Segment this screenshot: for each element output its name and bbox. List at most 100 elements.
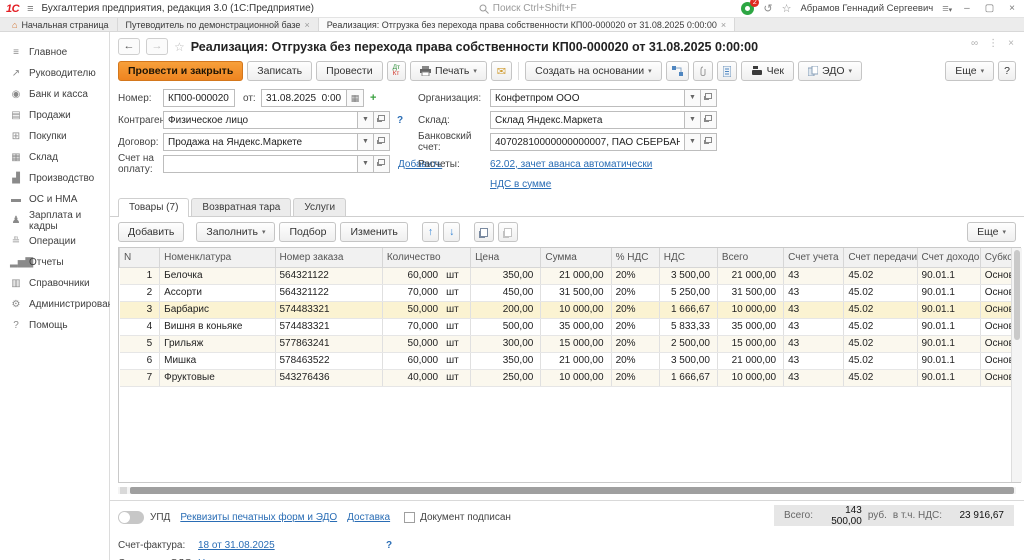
warehouse-dropdown-icon[interactable]: ▼	[685, 111, 701, 129]
sidebar-item[interactable]: ▦Склад	[0, 147, 109, 168]
upd-toggle[interactable]	[118, 511, 144, 524]
date-field[interactable]	[261, 89, 347, 107]
pick-button[interactable]: Подбор	[279, 222, 336, 242]
copy-rows-button[interactable]	[474, 222, 494, 242]
table-row[interactable]: 3Барбарис57448332150,000шт200,0010 000,0…	[120, 301, 1021, 318]
minimize-button[interactable]: –	[961, 3, 973, 14]
counterparty-field[interactable]	[163, 111, 358, 129]
restore-button[interactable]: ▢	[982, 3, 997, 14]
column-header[interactable]: N	[120, 248, 160, 267]
invoice-help-icon[interactable]: ?	[386, 540, 392, 551]
help-button[interactable]: ?	[998, 61, 1016, 81]
column-header[interactable]: Всего	[717, 248, 783, 267]
move-down-button[interactable]: ↓	[443, 222, 460, 242]
structure-button[interactable]	[717, 61, 737, 81]
save-button[interactable]: Записать	[247, 61, 312, 81]
forward-button[interactable]: →	[146, 38, 168, 55]
close-window-button[interactable]: ×	[1006, 3, 1018, 14]
table-row[interactable]: 6Мишка57846352260,000шт350,0021 000,0020…	[120, 352, 1021, 369]
create-based-on-button[interactable]: Создать на основании▾	[525, 61, 661, 81]
sidebar-item[interactable]: ⊞Покупки	[0, 126, 109, 147]
scroll-left-button[interactable]	[120, 487, 127, 494]
column-header[interactable]: НДС	[659, 248, 717, 267]
check-receipt-button[interactable]: Чек	[741, 61, 794, 81]
link-icon[interactable]: ∞	[971, 38, 978, 49]
column-header[interactable]: Счет учета	[784, 248, 844, 267]
vertical-scrollbar[interactable]	[1011, 248, 1022, 482]
warehouse-field[interactable]	[490, 111, 685, 129]
organization-field[interactable]	[490, 89, 685, 107]
add-row-button[interactable]: Добавить	[118, 222, 184, 242]
contract-field[interactable]	[163, 133, 358, 151]
invoice-link[interactable]: 18 от 31.08.2025	[198, 540, 275, 551]
sidebar-item[interactable]: ▥Справочники	[0, 273, 109, 294]
app-tab[interactable]: Реализация: Отгрузка без перехода права …	[319, 18, 735, 31]
counterparty-open-icon[interactable]	[374, 111, 390, 129]
sidebar-item[interactable]: ⚙Администрирование	[0, 294, 109, 315]
column-header[interactable]: Счет доходов	[917, 248, 980, 267]
organization-dropdown-icon[interactable]: ▼	[685, 89, 701, 107]
invoice-dropdown-icon[interactable]: ▼	[358, 155, 374, 173]
paste-rows-button[interactable]	[498, 222, 518, 242]
number-field[interactable]	[163, 89, 235, 107]
favorite-star-icon[interactable]: ☆	[174, 40, 185, 54]
column-header[interactable]: Цена	[471, 248, 541, 267]
print-button[interactable]: Печать▾	[410, 61, 487, 81]
kebab-menu-icon[interactable]: ⋮	[988, 38, 998, 49]
warehouse-open-icon[interactable]	[701, 111, 717, 129]
attachments-button[interactable]	[693, 61, 713, 81]
create-new-icon[interactable]: +	[370, 92, 376, 104]
sidebar-item[interactable]: ▂▅▇Отчеты	[0, 252, 109, 273]
calendar-icon[interactable]: ▦	[347, 89, 364, 107]
sidebar-item[interactable]: ▬ОС и НМА	[0, 189, 109, 210]
delivery-link[interactable]: Доставка	[347, 512, 390, 523]
history-icon[interactable]: ↺	[763, 2, 772, 15]
table-row[interactable]: 2Ассорти56432112270,000шт450,0031 500,00…	[120, 284, 1021, 301]
items-tab[interactable]: Товары (7)	[118, 198, 189, 217]
items-tab[interactable]: Возвратная тара	[191, 198, 291, 216]
contract-dropdown-icon[interactable]: ▼	[358, 133, 374, 151]
table-row[interactable]: 4Вишня в коньяке57448332170,000шт500,003…	[120, 318, 1021, 335]
column-header[interactable]: % НДС	[611, 248, 659, 267]
sidebar-item[interactable]: ▟Производство	[0, 168, 109, 189]
vertical-scrollbar-thumb[interactable]	[1014, 250, 1020, 340]
settlements-link[interactable]: 62.02, зачет аванса автоматически	[490, 159, 652, 170]
bank-account-open-icon[interactable]	[701, 133, 717, 151]
sidebar-item[interactable]: ▤Продажи	[0, 105, 109, 126]
bank-account-dropdown-icon[interactable]: ▼	[685, 133, 701, 151]
sidebar-item[interactable]: ↗Руководителю	[0, 63, 109, 84]
column-header[interactable]: Номенклатура	[160, 248, 275, 267]
invoice-open-icon[interactable]	[374, 155, 390, 173]
column-header[interactable]: Сумма	[541, 248, 611, 267]
more-button[interactable]: Еще▾	[945, 61, 994, 81]
user-name[interactable]: Абрамов Геннадий Сергеевич	[800, 3, 933, 14]
fill-button[interactable]: Заполнить▾	[196, 222, 275, 242]
favorites-star-icon[interactable]: ☆	[782, 2, 792, 15]
horizontal-scrollbar[interactable]	[118, 487, 1016, 494]
invoice-for-payment-field[interactable]	[163, 155, 358, 173]
vat-in-sum-link[interactable]: НДС в сумме	[490, 179, 551, 190]
column-header[interactable]: Количество	[382, 248, 470, 267]
counterparty-dropdown-icon[interactable]: ▼	[358, 111, 374, 129]
dtkt-postings-button[interactable]: ДтКт	[387, 61, 406, 81]
post-and-close-button[interactable]: Провести и закрыть	[118, 61, 243, 81]
table-row[interactable]: 1Белочка56432112260,000шт350,0021 000,00…	[120, 267, 1021, 284]
table-row[interactable]: 5Грильяж57786324150,000шт300,0015 000,00…	[120, 335, 1021, 352]
contract-open-icon[interactable]	[374, 133, 390, 151]
sidebar-item[interactable]: ≡Главное	[0, 42, 109, 63]
bank-account-field[interactable]	[490, 133, 685, 151]
table-row[interactable]: 7Фруктовые54327643640,000шт250,0010 000,…	[120, 369, 1021, 386]
print-forms-requisites-link[interactable]: Реквизиты печатных форм и ЭДО	[180, 512, 337, 523]
counterparty-help-icon[interactable]: ?	[397, 115, 403, 126]
change-button[interactable]: Изменить	[340, 222, 407, 242]
column-header[interactable]: Счет передачи	[844, 248, 917, 267]
edo-button[interactable]: ЭДО▾	[798, 61, 862, 81]
back-button[interactable]: ←	[118, 38, 140, 55]
sidebar-item[interactable]: ?Помощь	[0, 315, 109, 336]
horizontal-scrollbar-thumb[interactable]	[130, 487, 1014, 494]
app-tab[interactable]: ⌂Начальная страница	[4, 18, 118, 31]
app-tab[interactable]: Путеводитель по демонстрационной базе×	[118, 18, 319, 31]
service-menu-icon[interactable]: ≡▾	[942, 3, 952, 15]
close-form-icon[interactable]: ×	[1008, 38, 1014, 49]
close-tab-icon[interactable]: ×	[304, 20, 309, 30]
